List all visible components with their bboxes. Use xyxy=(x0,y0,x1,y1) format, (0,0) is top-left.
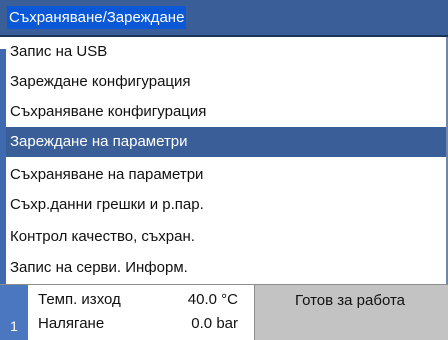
title-bar: Съхраняване/Зареждане xyxy=(0,0,448,37)
screen-title: Съхраняване/Зареждане xyxy=(7,6,187,29)
menu-item-service-info[interactable]: Запис на серви. Информ. xyxy=(6,253,446,283)
menu-item-save-parameters[interactable]: Съхраняване на параметри xyxy=(6,160,446,190)
readout-value: 40.0 °C xyxy=(187,291,238,308)
menu-item-label: Съхраняване конфигурация xyxy=(10,103,207,120)
menu-item-save-config[interactable]: Съхраняване конфигурация xyxy=(6,97,446,127)
menu-item-label: Контрол качество, съхран. xyxy=(10,228,195,245)
menu-item-label: Запис на USB xyxy=(10,43,108,60)
menu-item-usb-record[interactable]: Запис на USB xyxy=(6,37,446,67)
menu-item-label: Зареждане конфигурация xyxy=(10,73,191,90)
menu-item-quality-control[interactable]: Контрол качество, съхран. xyxy=(6,222,446,252)
menu-list: Запис на USB Зареждане конфигурация Съхр… xyxy=(0,37,448,284)
status-bar: 1 Темп. изход 40.0 °C Налягане 0.0 bar Г… xyxy=(0,284,448,340)
menu-item-label: Зареждане на параметри xyxy=(10,133,188,150)
menu-item-load-config[interactable]: Зареждане конфигурация xyxy=(6,67,446,97)
outlet-temperature-readout: Темп. изход 40.0 °C xyxy=(38,289,248,311)
menu-item-label: Съхр.данни грешки и р.пар. xyxy=(10,196,204,213)
device-screen: Съхраняване/Зареждане Запис на USB Зареж… xyxy=(0,0,448,340)
menu-item-label: Съхраняване на параметри xyxy=(10,166,204,183)
readout-value: 0.0 bar xyxy=(191,315,238,332)
menu-item-label: Запис на серви. Информ. xyxy=(10,259,188,276)
status-message: Готов за работа xyxy=(294,292,406,309)
menu-item-save-error-data[interactable]: Съхр.данни грешки и р.пар. xyxy=(6,190,446,220)
pressure-readout: Налягане 0.0 bar xyxy=(38,313,248,335)
readout-label: Темп. изход xyxy=(38,291,121,308)
menu-item-load-parameters[interactable]: Зареждане на параметри xyxy=(6,127,446,157)
page-number-tab[interactable]: 1 xyxy=(0,285,28,340)
readout-panel: Темп. изход 40.0 °C Налягане 0.0 bar xyxy=(28,285,255,340)
readout-label: Налягане xyxy=(38,315,105,332)
